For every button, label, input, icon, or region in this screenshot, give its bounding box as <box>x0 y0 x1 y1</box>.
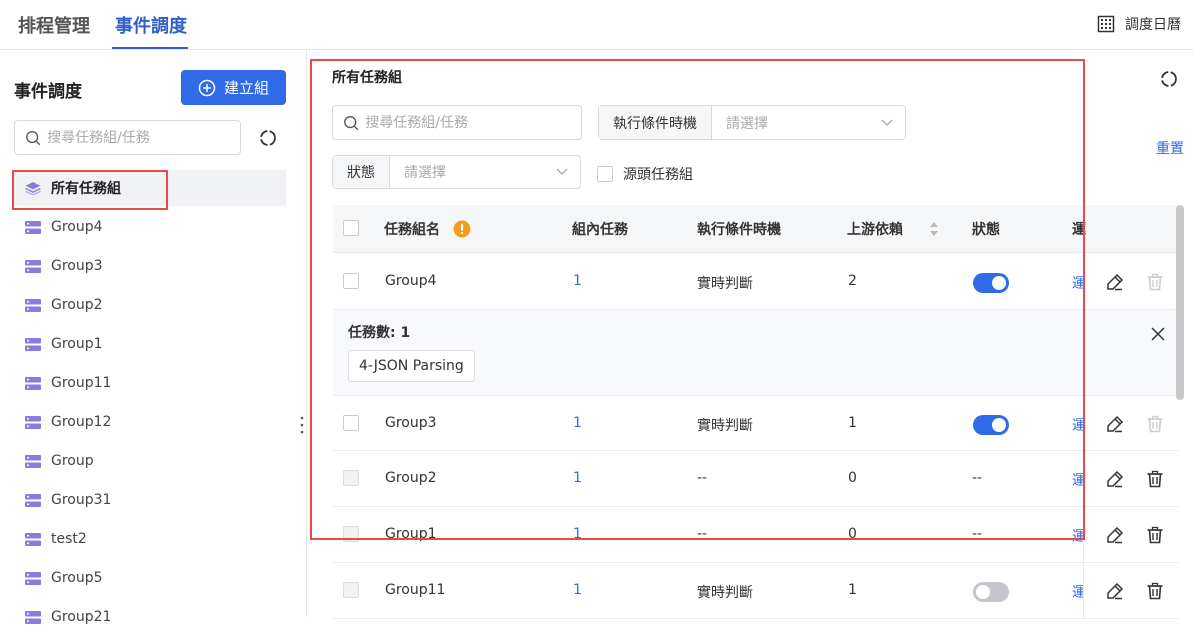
calendar-button[interactable]: 調度日曆 <box>1097 14 1181 34</box>
resize-handle-icon[interactable] <box>300 416 304 434</box>
sidebar-item-label: Group31 <box>51 492 112 508</box>
sidebar-item-label: Group12 <box>51 414 112 430</box>
edit-icon[interactable] <box>1106 273 1124 291</box>
row-actions <box>1083 507 1178 562</box>
sidebar-item-label: Group3 <box>51 258 103 274</box>
row-checkbox[interactable] <box>343 582 359 598</box>
edit-icon[interactable] <box>1106 582 1124 600</box>
sidebar-search[interactable] <box>14 120 241 155</box>
highlight-box-main <box>310 59 1085 540</box>
tab-event-scheduling[interactable]: 事件調度 <box>115 12 187 38</box>
calendar-label: 調度日曆 <box>1125 17 1181 33</box>
trash-icon <box>1147 415 1163 433</box>
sidebar: 事件調度 建立組 所有任務組Group4Group3Group2Group1Gr… <box>0 50 307 625</box>
server-group-icon <box>25 532 41 546</box>
row-actions <box>1083 563 1178 618</box>
server-group-icon <box>25 298 41 312</box>
create-group-button[interactable]: 建立組 <box>181 70 286 105</box>
row-actions <box>1083 396 1178 450</box>
edit-icon[interactable] <box>1106 526 1124 544</box>
main-refresh-icon[interactable] <box>1160 70 1178 88</box>
sidebar-item-label: Group2 <box>51 297 103 313</box>
server-group-icon <box>25 259 41 273</box>
reset-link[interactable]: 重置 <box>1156 138 1184 158</box>
sidebar-title: 事件調度 <box>14 82 82 102</box>
server-group-icon <box>25 493 41 507</box>
server-group-icon <box>25 220 41 234</box>
trigger-cell: 實時判斷 <box>697 585 753 601</box>
highlight-box-all-groups <box>12 170 168 210</box>
sidebar-item[interactable]: Group2 <box>14 287 286 323</box>
sidebar-item[interactable]: Group <box>14 443 286 479</box>
sidebar-item-label: Group5 <box>51 570 103 586</box>
table-scrollbar[interactable] <box>1176 205 1184 400</box>
server-group-icon <box>25 571 41 585</box>
search-icon <box>26 130 41 145</box>
sidebar-item[interactable]: Group1 <box>14 326 286 362</box>
sidebar-item[interactable]: Group31 <box>14 482 286 518</box>
create-group-label: 建立組 <box>223 79 269 97</box>
trash-icon[interactable] <box>1146 470 1164 488</box>
tab-schedule-management[interactable]: 排程管理 <box>18 12 90 38</box>
status-toggle[interactable] <box>973 582 1009 602</box>
tasks-count-link[interactable]: 1 <box>573 582 582 598</box>
row-actions <box>1083 254 1178 309</box>
sidebar-item-label: Group11 <box>51 375 112 391</box>
sidebar-item-label: test2 <box>51 531 87 547</box>
server-group-icon <box>25 337 41 351</box>
sidebar-item[interactable]: Group11 <box>14 365 286 401</box>
sidebar-item-label: Group21 <box>51 609 112 625</box>
server-group-icon <box>25 610 41 624</box>
sidebar-item[interactable]: Group12 <box>14 404 286 440</box>
edit-icon[interactable] <box>1106 470 1124 488</box>
active-tab-indicator <box>112 47 188 49</box>
top-bar: 排程管理 事件調度 調度日曆 <box>0 0 1193 50</box>
sidebar-item-label: Group <box>51 453 94 469</box>
upstream-cell: 1 <box>848 582 857 598</box>
calendar-icon <box>1097 15 1115 33</box>
close-icon[interactable] <box>1151 327 1165 341</box>
sidebar-item-label: Group1 <box>51 336 103 352</box>
server-group-icon <box>25 376 41 390</box>
sidebar-item[interactable]: test2 <box>14 521 286 557</box>
trash-icon <box>1147 273 1163 291</box>
sidebar-item-label: Group4 <box>51 219 103 235</box>
sidebar-item[interactable]: Group21 <box>14 599 286 635</box>
edit-icon[interactable] <box>1106 415 1124 433</box>
trash-icon[interactable] <box>1146 582 1164 600</box>
refresh-icon[interactable] <box>259 129 277 147</box>
group-name-cell: Group11 <box>385 582 446 598</box>
sidebar-item[interactable]: Group4 <box>14 209 286 245</box>
trash-icon[interactable] <box>1146 526 1164 544</box>
sidebar-item[interactable]: Group3 <box>14 248 286 284</box>
row-actions <box>1083 451 1178 506</box>
sidebar-search-input[interactable] <box>47 129 240 146</box>
sidebar-item[interactable]: Group5 <box>14 560 286 596</box>
server-group-icon <box>25 454 41 468</box>
table-row[interactable]: Group11 1 實時判斷 1 運 <box>333 563 1178 619</box>
plus-circle-icon <box>198 79 216 96</box>
server-group-icon <box>25 415 41 429</box>
